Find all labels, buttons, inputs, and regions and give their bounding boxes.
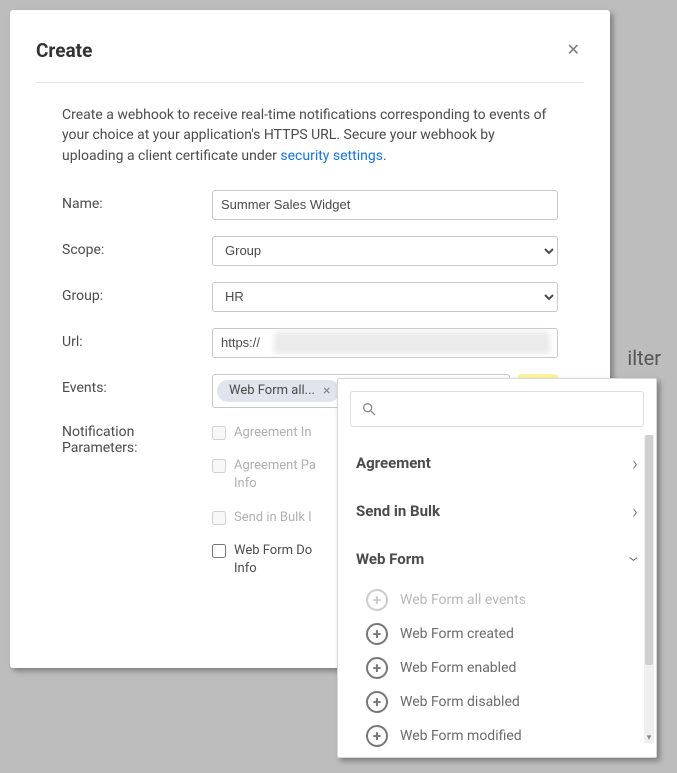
item-label: Web Form disabled xyxy=(400,694,520,710)
item-label: Web Form modified xyxy=(400,728,522,744)
label-group: Group: xyxy=(62,282,212,304)
event-chip-label: Web Form all... xyxy=(229,383,315,398)
category-label: Agreement xyxy=(356,454,431,472)
checkbox-label-cont: Info xyxy=(234,476,257,491)
events-dropdown-panel: Agreement › Send in Bulk › Web Form › + … xyxy=(337,378,657,758)
plus-circle-icon: + xyxy=(366,657,388,679)
security-settings-link[interactable]: security settings xyxy=(280,148,383,164)
dropdown-scrollbar[interactable]: ▾ xyxy=(644,435,654,743)
close-icon: ✕ xyxy=(567,42,580,59)
chevron-right-icon: › xyxy=(632,451,638,475)
modal-header: Create ✕ xyxy=(36,36,584,83)
close-button[interactable]: ✕ xyxy=(563,36,584,64)
modal-title: Create xyxy=(36,39,92,62)
url-redacted-area xyxy=(274,332,550,354)
backdrop-text-fragment: ilter xyxy=(627,346,661,370)
dropdown-list: Agreement › Send in Bulk › Web Form › + … xyxy=(338,435,656,753)
category-label: Send in Bulk xyxy=(356,502,440,520)
category-send-in-bulk[interactable]: Send in Bulk › xyxy=(356,487,638,535)
label-notification-params: Notification Parameters: xyxy=(62,424,212,456)
plus-circle-icon: + xyxy=(366,623,388,645)
plus-circle-icon: + xyxy=(366,589,388,611)
chevron-right-icon: › xyxy=(632,499,638,523)
item-label: Web Form all events xyxy=(400,592,526,608)
row-group: Group: HR xyxy=(62,282,558,312)
search-icon xyxy=(361,401,377,417)
group-select[interactable]: HR xyxy=(212,282,558,312)
label-scope: Scope: xyxy=(62,236,212,258)
checkbox-label-cont: Info xyxy=(234,561,257,576)
checkbox-label: Agreement Pa xyxy=(234,458,316,473)
modal-description: Create a webhook to receive real-time no… xyxy=(62,105,558,166)
item-web-form-created[interactable]: + Web Form created xyxy=(366,617,638,651)
item-web-form-modified[interactable]: + Web Form modified xyxy=(366,719,638,753)
scrollbar-thumb[interactable] xyxy=(645,435,653,665)
row-url: Url: xyxy=(62,328,558,358)
item-label: Web Form created xyxy=(400,626,514,642)
checkbox-input xyxy=(212,511,226,525)
dropdown-search-input[interactable] xyxy=(385,401,633,417)
label-name: Name: xyxy=(62,190,212,212)
dropdown-body: Agreement › Send in Bulk › Web Form › + … xyxy=(338,435,656,743)
checkbox-input[interactable] xyxy=(212,544,226,558)
plus-circle-icon: + xyxy=(366,725,388,747)
checkbox-label: Web Form Do xyxy=(234,543,312,558)
checkbox-label: Send in Bulk I xyxy=(234,510,312,525)
event-chip[interactable]: Web Form all... × xyxy=(217,380,340,402)
item-label: Web Form enabled xyxy=(400,660,516,676)
item-web-form-disabled[interactable]: + Web Form disabled xyxy=(366,685,638,719)
checkbox-label: Agreement In xyxy=(234,425,312,440)
item-web-form-enabled[interactable]: + Web Form enabled xyxy=(366,651,638,685)
plus-circle-icon: + xyxy=(366,691,388,713)
name-input[interactable] xyxy=(212,190,558,220)
chip-remove-icon[interactable]: × xyxy=(323,383,330,399)
scope-select[interactable]: Group xyxy=(212,236,558,266)
category-label: Web Form xyxy=(356,550,424,568)
scrollbar-down-arrow-icon[interactable]: ▾ xyxy=(644,733,654,743)
dropdown-search[interactable] xyxy=(350,391,644,427)
web-form-items: + Web Form all events + Web Form created… xyxy=(356,583,638,753)
row-name: Name: xyxy=(62,190,558,220)
description-text-post: . xyxy=(383,148,387,164)
checkbox-input xyxy=(212,459,226,473)
label-url: Url: xyxy=(62,328,212,350)
row-scope: Scope: Group xyxy=(62,236,558,266)
checkbox-input xyxy=(212,426,226,440)
item-web-form-all-events: + Web Form all events xyxy=(366,583,638,617)
category-web-form[interactable]: Web Form › xyxy=(356,535,638,583)
label-events: Events: xyxy=(62,374,212,396)
category-agreement[interactable]: Agreement › xyxy=(356,439,638,487)
